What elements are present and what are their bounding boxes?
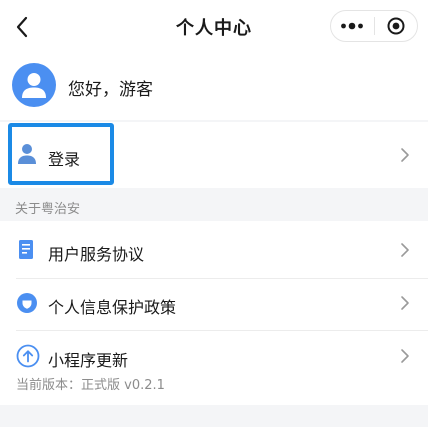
chevron-right-icon xyxy=(401,148,409,162)
version-text: 当前版本：正式版 v0.2.1 xyxy=(16,378,165,393)
app-update-row[interactable]: 小程序更新 当前版本：正式版 v0.2.1 xyxy=(0,331,428,405)
privacy-policy-row[interactable]: 个人信息保护政策 xyxy=(0,279,428,331)
section-title-about: 关于粤治安 xyxy=(15,202,81,217)
profile-header: 您好，游客 xyxy=(0,54,428,120)
document-icon xyxy=(16,239,36,265)
more-button[interactable] xyxy=(331,11,374,41)
app-update-label: 小程序更新 xyxy=(48,351,129,370)
chevron-right-icon xyxy=(401,296,409,310)
avatar[interactable] xyxy=(12,63,56,107)
target-close-icon xyxy=(387,17,405,35)
privacy-policy-label: 个人信息保护政策 xyxy=(48,298,177,317)
nav-bar: 个人中心 xyxy=(0,0,428,54)
user-agreement-row[interactable]: 用户服务协议 xyxy=(0,221,428,279)
login-highlight-box xyxy=(8,123,114,185)
more-dots-icon xyxy=(341,22,364,30)
user-avatar-icon xyxy=(22,73,46,98)
upload-arrow-icon xyxy=(16,344,40,372)
user-agreement-label: 用户服务协议 xyxy=(48,245,145,264)
shield-icon xyxy=(16,292,38,318)
menu-capsule xyxy=(330,10,418,42)
close-button[interactable] xyxy=(375,11,418,41)
chevron-right-icon xyxy=(401,349,409,363)
greeting-text: 您好，游客 xyxy=(68,80,153,100)
chevron-right-icon xyxy=(401,243,409,257)
